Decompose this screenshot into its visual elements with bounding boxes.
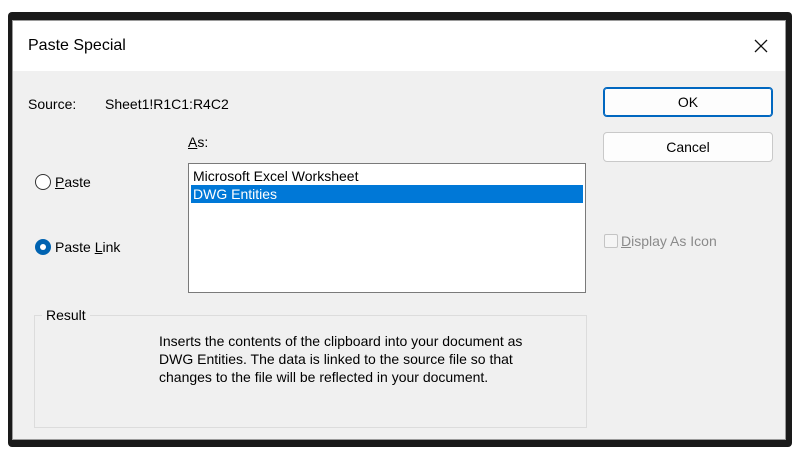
ok-button[interactable]: OK	[603, 87, 773, 117]
result-description: Inserts the contents of the clipboard in…	[159, 333, 523, 385]
paste-special-dialog: Paste Special Source: Sheet1!R1C1:R4C2 A…	[12, 20, 786, 440]
as-format-listbox[interactable]: Microsoft Excel Worksheet DWG Entities	[188, 163, 586, 293]
as-label: As:	[188, 134, 208, 150]
display-as-icon-checkbox[interactable]: Display As Icon	[604, 233, 717, 249]
checkbox-unchecked-icon	[604, 234, 618, 248]
result-group-title: Result	[42, 307, 90, 323]
title-bar: Paste Special	[13, 21, 785, 71]
paste-radio-label: Paste	[55, 174, 91, 190]
source-label: Source:	[28, 96, 77, 112]
paste-link-radio-label: Paste Link	[55, 239, 121, 255]
paste-link-radio[interactable]: Paste Link	[35, 239, 120, 255]
dialog-title: Paste Special	[28, 37, 126, 54]
as-label-rest: s:	[197, 134, 209, 150]
radio-checked-icon	[35, 239, 51, 255]
list-item-dwg-entities[interactable]: DWG Entities	[191, 185, 583, 203]
list-item-excel-worksheet[interactable]: Microsoft Excel Worksheet	[191, 167, 583, 185]
as-label-mnemonic: A	[188, 134, 198, 150]
radio-unchecked-icon	[35, 174, 51, 190]
display-as-icon-label: Display As Icon	[621, 233, 717, 249]
paste-radio[interactable]: Paste	[35, 174, 91, 190]
close-button[interactable]	[743, 29, 779, 63]
cancel-button[interactable]: Cancel	[603, 132, 773, 162]
close-icon	[754, 39, 768, 53]
source-value: Sheet1!R1C1:R4C2	[105, 96, 229, 112]
